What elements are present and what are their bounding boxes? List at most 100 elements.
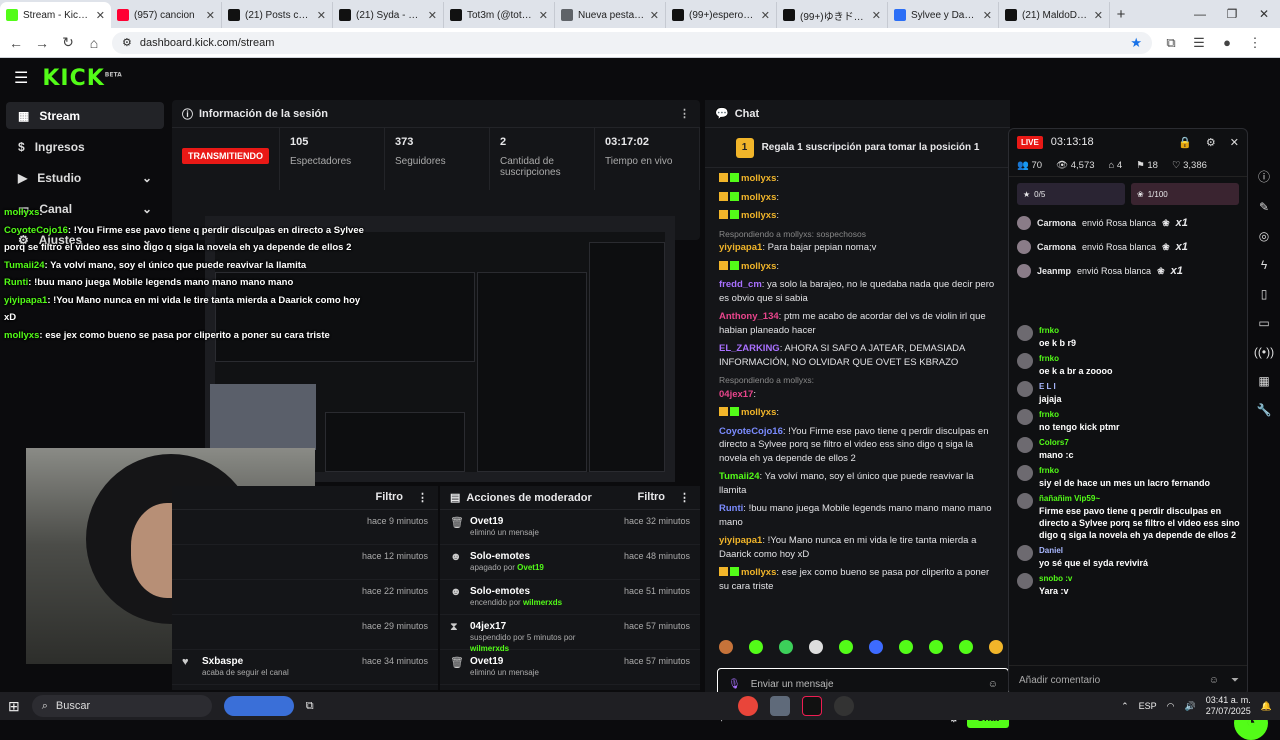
language-indicator[interactable]: ESP — [1139, 701, 1157, 711]
emote-icon[interactable] — [719, 640, 733, 654]
settings-icon[interactable]: ⚙ — [1206, 136, 1216, 149]
mod-action-row[interactable]: 🗑 Ovet19 eliminó un mensaje hace 57 minutos — [440, 650, 700, 685]
target-rail-icon[interactable]: ◎ — [1259, 229, 1269, 243]
maximize-icon[interactable]: ❐ — [1216, 7, 1248, 21]
extensions-icon[interactable]: ⧉ — [1162, 35, 1180, 51]
layout-rail-icon[interactable]: ▦ — [1258, 374, 1269, 388]
back-icon[interactable]: ← — [8, 35, 24, 51]
mod-action-row[interactable]: ☻ Solo-emotes apagado por Ovet19 hace 48 mi… — [440, 545, 700, 580]
reload-icon[interactable]: ↻ — [60, 34, 76, 51]
lock-icon[interactable]: 🔒 — [1178, 136, 1192, 149]
bookmark-star-icon[interactable]: ★ — [1130, 35, 1142, 51]
chrome-taskbar-icon[interactable] — [737, 696, 758, 716]
edit-rail-icon[interactable]: ✎ — [1259, 200, 1269, 214]
chat-username[interactable]: CoyoteCojo16 — [719, 426, 783, 437]
browser-tab[interactable]: (957) cancion ✕ — [111, 2, 222, 28]
browser-tab[interactable]: (99+)espero cree ✕ — [666, 2, 777, 28]
emote-icon[interactable] — [749, 640, 763, 654]
taskbar-search[interactable]: ⌕ Buscar — [31, 695, 212, 717]
sidebar-item-stream[interactable]: ▦ Stream — [6, 102, 164, 129]
browser-tab[interactable]: (21) Syda - Buscar ✕ — [333, 2, 444, 28]
browser-tab[interactable]: Nueva pestaña ✕ — [555, 2, 666, 28]
chat-username[interactable]: Tumaii24 — [719, 471, 759, 482]
chat-username[interactable]: EL_ZARKING — [719, 343, 780, 354]
chat-username[interactable]: mollyxs — [741, 173, 776, 184]
url-field[interactable]: ⚙ dashboard.kick.com/stream ★ — [112, 31, 1152, 54]
chat-username[interactable]: mollyxs — [741, 261, 776, 272]
forward-icon[interactable]: → — [34, 35, 50, 51]
close-window-icon[interactable]: ✕ — [1248, 7, 1280, 21]
browser-tab[interactable]: Stream - Kick Das ✕ — [0, 2, 111, 28]
comment-filter-icon[interactable]: ⏷ — [1231, 675, 1239, 686]
mod-menu-icon[interactable]: ⋮ — [679, 491, 690, 504]
browser-tab[interactable]: (21) Posts con co ✕ — [222, 2, 333, 28]
info-rail-icon[interactable]: ⓘ — [1258, 168, 1270, 185]
wifi-icon[interactable]: ◠ — [1167, 701, 1175, 712]
task-view-icon[interactable]: ⧉ — [306, 700, 314, 713]
clock[interactable]: 03:41 a. m. 27/07/2025 — [1206, 695, 1251, 717]
mod-action-row[interactable]: ⧗ 04jex17 suspendido por 5 minutos por wil… — [440, 615, 700, 653]
profile-avatar[interactable]: ● — [1218, 35, 1236, 50]
sidebar-item-ingresos[interactable]: $ Ingresos — [6, 133, 164, 160]
chat-username[interactable]: mollyxs — [741, 567, 776, 578]
pinned-sub-banner[interactable]: 1 Regala 1 suscripción para tomar la pos… — [705, 128, 1010, 168]
mod-filter-button[interactable]: Filtro — [638, 491, 666, 504]
site-info-icon[interactable]: ⚙ — [122, 36, 132, 49]
comment-emoji-icon[interactable]: ☺ — [1209, 675, 1219, 686]
tab-close-icon[interactable]: ✕ — [983, 9, 992, 22]
chat-username[interactable]: fredd_cm — [719, 279, 762, 290]
sidebar-item-estudio[interactable]: ▶ Estudio ⌄ — [6, 164, 164, 191]
menu-icon[interactable]: ☰ — [14, 68, 28, 88]
session-menu-icon[interactable]: ⋮ — [679, 107, 690, 120]
volume-icon[interactable]: 🔊 — [1185, 701, 1196, 712]
broadcast-rail-icon[interactable]: ((•)) — [1254, 345, 1274, 359]
document-rail-icon[interactable]: ▯ — [1261, 287, 1268, 301]
new-tab-button[interactable]: + — [1110, 2, 1132, 28]
chat-rail-icon[interactable]: ▭ — [1258, 316, 1269, 330]
windows-start-icon[interactable]: ⊞ — [8, 698, 20, 715]
mic-icon[interactable]: 🎙 — [728, 679, 741, 690]
chat-username[interactable]: mollyxs — [741, 192, 776, 203]
activity-filter-button[interactable]: Filtro — [376, 491, 404, 504]
emote-icon[interactable] — [809, 640, 823, 654]
chat-username[interactable]: mollyxs — [741, 407, 776, 418]
notification-icon[interactable]: 🔔 — [1261, 701, 1272, 712]
emote-icon[interactable] — [929, 640, 943, 654]
emote-icon[interactable] — [899, 640, 913, 654]
emoji-picker-icon[interactable]: ☺ — [988, 679, 998, 690]
emote-icon[interactable] — [779, 640, 793, 654]
tab-close-icon[interactable]: ✕ — [1094, 9, 1103, 22]
close-icon[interactable]: ✕ — [1230, 136, 1239, 149]
emote-icon[interactable] — [869, 640, 883, 654]
browser-tab[interactable]: (99+)ゆきドラで/ ✕ — [777, 2, 888, 28]
tiktok-taskbar-icon[interactable] — [801, 696, 822, 716]
kick-logo[interactable]: KICKBETA — [42, 66, 121, 91]
tray-chevron-icon[interactable]: ⌃ — [1121, 701, 1129, 712]
home-icon[interactable]: ⌂ — [86, 35, 102, 51]
chat-username[interactable]: 04jex17 — [719, 389, 753, 400]
browser-menu-icon[interactable]: ⋮ — [1246, 35, 1264, 51]
tab-close-icon[interactable]: ✕ — [872, 9, 881, 22]
minimize-icon[interactable]: — — [1184, 7, 1216, 21]
chat-username[interactable]: Anthony_134 — [719, 311, 779, 322]
tab-close-icon[interactable]: ✕ — [317, 9, 326, 22]
goal-a[interactable]: ★ 0/5 — [1017, 183, 1125, 205]
chat-username[interactable]: mollyxs — [741, 210, 776, 221]
tab-close-icon[interactable]: ✕ — [761, 9, 770, 22]
goal-b[interactable]: ❀ 1/100 — [1131, 183, 1239, 205]
comment-input[interactable]: Añadir comentario ☺ ⏷ — [1009, 665, 1247, 695]
chat-username[interactable]: yiyipapa1 — [719, 535, 762, 546]
browser-tab[interactable]: Sylvee y Daarick ✕ — [888, 2, 999, 28]
emote-icon[interactable] — [839, 640, 853, 654]
reading-list-icon[interactable]: ☰ — [1190, 35, 1208, 51]
chat-username[interactable]: Runti — [719, 503, 743, 514]
obs-taskbar-icon[interactable] — [833, 696, 854, 716]
tab-close-icon[interactable]: ✕ — [96, 9, 105, 22]
lightning-rail-icon[interactable]: ϟ — [1261, 258, 1267, 272]
explorer-taskbar-icon[interactable] — [769, 696, 790, 716]
chat-username[interactable]: yiyipapa1 — [719, 242, 762, 253]
tab-close-icon[interactable]: ✕ — [206, 9, 215, 22]
tab-close-icon[interactable]: ✕ — [539, 9, 548, 22]
wrench-rail-icon[interactable]: 🔧 — [1257, 403, 1272, 417]
emote-icon[interactable] — [959, 640, 973, 654]
